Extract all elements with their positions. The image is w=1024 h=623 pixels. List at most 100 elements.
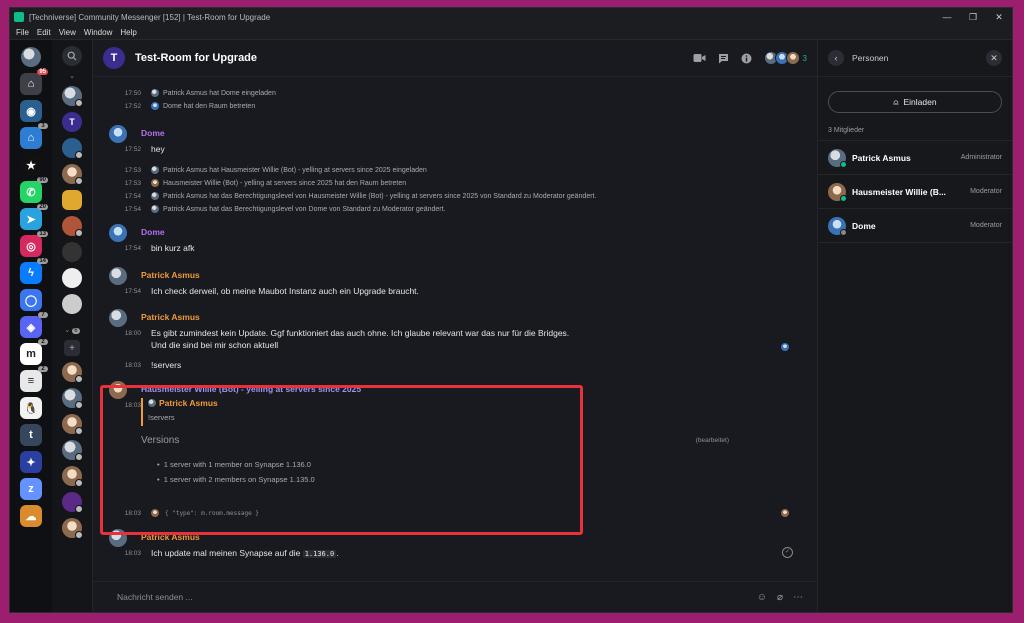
space-zulip-icon[interactable]: z bbox=[20, 478, 42, 500]
message-sender[interactable]: Dome bbox=[141, 128, 817, 138]
spaces-bar: ⌂ 95 ◉ ⌂ 3 ★ ✆ 90 ➤ 20 ◎ 13 ϟ 14 ◯ ◈ 7 m 2 ≡ 2 🐧 t ✦ z ☁ bbox=[10, 40, 52, 612]
message-continuation[interactable]: Und die sind bei mir schon aktuell bbox=[93, 341, 817, 349]
menu-file[interactable]: File bbox=[16, 28, 29, 37]
message[interactable]: 18:00 Es gibt zumindest kein Update. Ggf … bbox=[93, 328, 817, 338]
member-count: 3 bbox=[802, 53, 807, 63]
title-bar: [Techniverse] Community Messenger [152] … bbox=[10, 8, 1012, 26]
menu-window[interactable]: Window bbox=[84, 28, 112, 37]
room-avatar[interactable] bbox=[62, 440, 83, 461]
space-telegram-icon[interactable]: ➤ 20 bbox=[20, 204, 48, 230]
message-sender[interactable]: Hausmeister Willie (Bot) - yelling at se… bbox=[141, 384, 817, 394]
avatar[interactable] bbox=[109, 267, 127, 285]
member-item[interactable]: Dome Moderator bbox=[818, 209, 1012, 243]
room-info-icon[interactable] bbox=[741, 53, 752, 64]
room-avatar[interactable] bbox=[62, 138, 83, 159]
space-star-icon[interactable]: ★ bbox=[20, 154, 42, 176]
message[interactable]: 18:03 Ich update mal meinen Synapse auf d… bbox=[93, 548, 817, 558]
avatar[interactable] bbox=[109, 381, 127, 399]
message-sender[interactable]: Patrick Asmus bbox=[141, 312, 817, 322]
chevron-down-icon[interactable]: ⌄ 6 bbox=[64, 326, 80, 334]
room-header: T Test-Room for Upgrade 3 bbox=[93, 40, 817, 77]
close-window-icon[interactable]: ✕ bbox=[986, 12, 1012, 23]
message-composer[interactable]: Nachricht senden ... ☺ ⌀ ⋯ bbox=[93, 581, 817, 612]
minimize-icon[interactable]: — bbox=[934, 12, 960, 23]
invite-button[interactable]: ⍝ Einladen bbox=[828, 91, 1002, 113]
threads-icon[interactable] bbox=[718, 53, 729, 64]
message-sender[interactable]: Patrick Asmus bbox=[141, 270, 817, 280]
room-avatar[interactable] bbox=[62, 414, 83, 435]
panel-title: Personen bbox=[852, 53, 889, 63]
add-user-icon: ⍝ bbox=[893, 96, 899, 107]
search-icon[interactable] bbox=[62, 46, 82, 66]
reply-quote[interactable]: Patrick Asmus !servers bbox=[141, 398, 218, 426]
room-avatar[interactable] bbox=[62, 190, 82, 210]
room-avatar[interactable] bbox=[62, 518, 83, 539]
room-avatar[interactable] bbox=[62, 362, 83, 383]
members-count: 3 Mitglieder bbox=[818, 123, 1012, 141]
space-techniverse-icon[interactable]: ◉ bbox=[20, 100, 42, 122]
space-signal-icon[interactable]: ◯ bbox=[20, 289, 42, 311]
maximize-icon[interactable]: ❐ bbox=[960, 12, 986, 23]
room-name[interactable]: Test-Room for Upgrade bbox=[135, 52, 693, 64]
space-whatsapp-icon[interactable]: ✆ 90 bbox=[20, 177, 48, 203]
space-home-icon[interactable]: ⌂ 95 bbox=[20, 69, 48, 95]
room-avatar[interactable] bbox=[62, 492, 83, 513]
avatar[interactable] bbox=[109, 309, 127, 327]
unread-badge: 2 bbox=[38, 339, 48, 345]
message[interactable]: 17:54 Ich check derweil, ob meine Maubot … bbox=[93, 286, 817, 296]
menu-help[interactable]: Help bbox=[120, 28, 136, 37]
space-messenger-icon[interactable]: ϟ 14 bbox=[20, 258, 48, 284]
space-linux-icon[interactable]: 🐧 bbox=[20, 397, 42, 419]
member-item[interactable]: Hausmeister Willie (B... Moderator bbox=[818, 175, 1012, 209]
chevron-down-icon[interactable]: ⌄ bbox=[69, 72, 75, 80]
space-home2-icon[interactable]: ⌂ 3 bbox=[20, 123, 48, 149]
room-avatar[interactable] bbox=[62, 466, 83, 487]
menu-edit[interactable]: Edit bbox=[37, 28, 51, 37]
unread-badge: 3 bbox=[38, 123, 48, 129]
room-avatar[interactable] bbox=[62, 388, 83, 409]
space-tweet-icon[interactable]: ✦ bbox=[20, 451, 42, 473]
more-options-icon[interactable]: ⋯ bbox=[793, 592, 803, 603]
video-call-icon[interactable] bbox=[693, 53, 706, 63]
avatar[interactable] bbox=[109, 529, 127, 547]
member-item[interactable]: Patrick Asmus Administrator bbox=[818, 141, 1012, 175]
close-panel-icon[interactable]: ✕ bbox=[986, 50, 1002, 66]
space-bridge-icon[interactable]: ≡ 2 bbox=[20, 366, 48, 392]
space-matrix-icon[interactable]: m2 bbox=[20, 339, 48, 365]
window-title: [Techniverse] Community Messenger [152] … bbox=[29, 12, 271, 22]
message-sender[interactable]: Patrick Asmus bbox=[141, 532, 817, 542]
room-avatar-current[interactable]: T bbox=[62, 112, 82, 132]
message[interactable]: 18:03 !servers bbox=[93, 360, 817, 370]
room-avatar[interactable]: T bbox=[103, 47, 125, 69]
room-avatar[interactable] bbox=[62, 216, 83, 237]
member-facepile[interactable]: 3 bbox=[763, 51, 807, 65]
back-icon[interactable]: ‹ bbox=[828, 50, 844, 66]
room-avatar[interactable] bbox=[62, 242, 82, 262]
menu-view[interactable]: View bbox=[59, 28, 76, 37]
attachment-icon[interactable]: ⌀ bbox=[777, 592, 783, 603]
add-room-icon[interactable]: + bbox=[64, 340, 80, 356]
membership-event: 17:53 Hausmeister Willie (Bot) - yelling … bbox=[124, 179, 407, 187]
read-receipt[interactable] bbox=[781, 343, 789, 351]
avatar[interactable] bbox=[109, 224, 127, 242]
message-input[interactable]: Nachricht senden ... bbox=[117, 592, 757, 602]
timeline[interactable]: 17:50 Patrick Asmus hat Dome eingeladen 1… bbox=[93, 77, 817, 581]
space-cloud-icon[interactable]: ☁ bbox=[20, 505, 42, 527]
membership-event: 17:52 Dome hat den Raum betreten bbox=[124, 102, 256, 110]
room-avatar[interactable] bbox=[62, 268, 82, 288]
room-avatar[interactable] bbox=[62, 294, 82, 314]
avatar[interactable] bbox=[109, 125, 127, 143]
read-receipt[interactable] bbox=[781, 509, 789, 517]
emoji-icon[interactable]: ☺ bbox=[757, 592, 767, 603]
room-avatar[interactable] bbox=[62, 86, 83, 107]
unread-badge: 13 bbox=[37, 231, 48, 237]
space-tumblr-icon[interactable]: t bbox=[20, 424, 42, 446]
app-icon bbox=[14, 12, 24, 22]
space-instagram-icon[interactable]: ◎ 13 bbox=[20, 231, 48, 257]
message[interactable]: 17:52 hey bbox=[93, 144, 817, 154]
message-sender[interactable]: Dome bbox=[141, 227, 817, 237]
room-avatar[interactable] bbox=[62, 164, 83, 185]
user-avatar[interactable] bbox=[20, 46, 42, 68]
message[interactable]: 17:54 bin kurz afk bbox=[93, 243, 817, 253]
space-discord-icon[interactable]: ◈ 7 bbox=[20, 312, 48, 338]
